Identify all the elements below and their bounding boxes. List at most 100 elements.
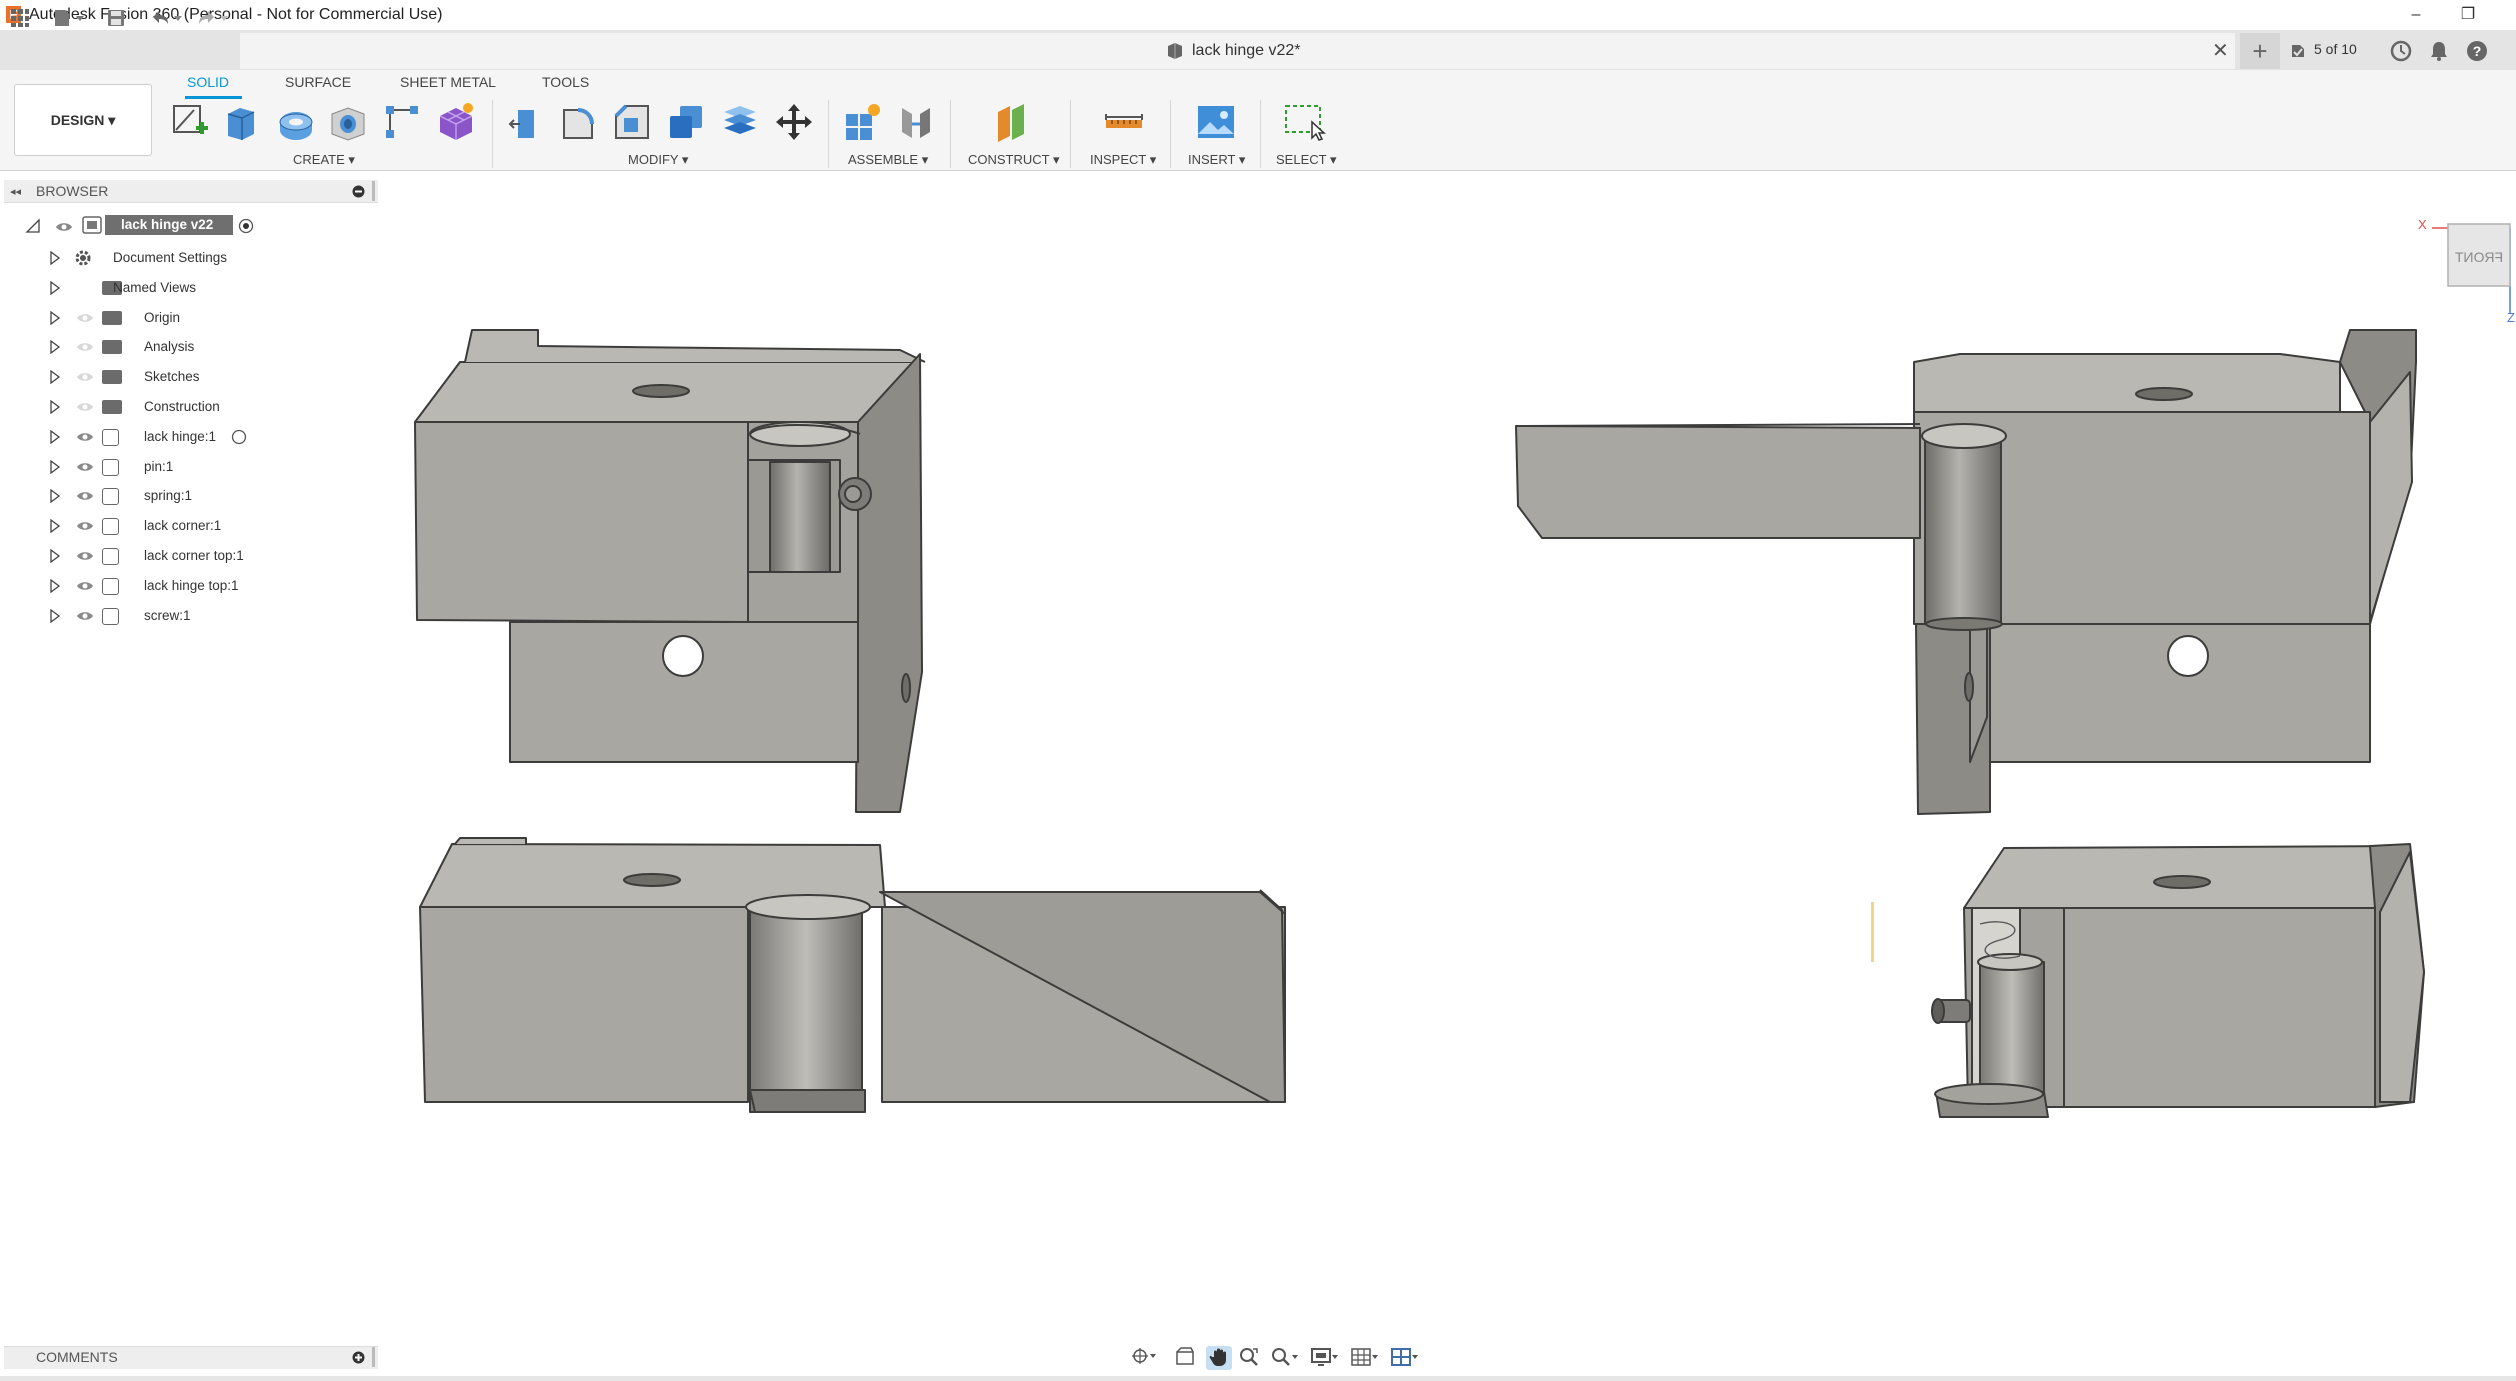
assemble-menu[interactable]: ASSEMBLE ▾ (848, 152, 928, 168)
insert-image-icon[interactable] (1194, 100, 1238, 144)
workspace-switcher[interactable]: DESIGN ▾ (14, 84, 152, 156)
fillet-icon[interactable] (556, 100, 600, 144)
minimize-button[interactable]: – (2396, 2, 2436, 28)
visibility-eye-icon[interactable] (76, 520, 94, 532)
construct-menu[interactable]: CONSTRUCT ▾ (968, 152, 1060, 168)
visibility-eye-icon[interactable] (76, 610, 94, 622)
activate-radio-icon[interactable] (238, 218, 254, 239)
browser-item[interactable]: screw:1 (40, 603, 370, 629)
redo-icon[interactable] (192, 8, 232, 32)
create-menu[interactable]: CREATE ▾ (293, 152, 355, 168)
inspect-menu[interactable]: INSPECT ▾ (1090, 152, 1156, 168)
app-grid-icon[interactable] (8, 8, 32, 32)
browser-item[interactable]: lack corner:1 (40, 513, 370, 539)
root-component-label[interactable]: lack hinge v22 (121, 217, 213, 232)
restore-button[interactable]: ❐ (2448, 2, 2488, 28)
visibility-eye-icon[interactable] (76, 580, 94, 592)
expand-arrow-icon[interactable] (48, 310, 62, 326)
expand-arrow-icon[interactable] (48, 369, 62, 385)
visibility-eye-icon[interactable] (76, 461, 94, 473)
select-window-icon[interactable] (1282, 100, 1326, 144)
job-status-icon[interactable] (2390, 40, 2412, 67)
browser-minimize-icon[interactable] (352, 185, 365, 203)
visibility-eye-icon[interactable] (76, 401, 94, 413)
comments-resize-handle[interactable] (372, 1347, 375, 1367)
hole-icon[interactable] (326, 100, 370, 144)
expand-arrow-icon[interactable] (48, 488, 62, 504)
measure-icon[interactable] (1102, 100, 1146, 144)
activate-radio-icon[interactable] (231, 429, 247, 448)
hinge-model-bottom-left[interactable] (419, 837, 1286, 1113)
version-indicator[interactable]: 5 of 10 (2314, 41, 2357, 57)
expand-arrow-icon[interactable] (48, 578, 62, 594)
create-sketch-icon[interactable] (168, 100, 212, 144)
help-icon[interactable]: ? (2466, 40, 2488, 67)
pan-icon[interactable] (1206, 1346, 1232, 1370)
viewports-icon[interactable] (1390, 1346, 1418, 1370)
expand-arrow-icon[interactable] (48, 548, 62, 564)
visibility-eye-icon[interactable] (76, 371, 94, 383)
visibility-eye-icon[interactable] (55, 220, 73, 238)
tab-sheet-metal[interactable]: SHEET METAL (400, 74, 496, 90)
collapse-panel-icon[interactable]: ◂◂ (10, 185, 21, 198)
model-viewport[interactable] (380, 172, 2516, 1332)
browser-item[interactable]: Document Settings (40, 245, 370, 271)
joint-icon[interactable] (894, 100, 938, 144)
expand-arrow-icon[interactable] (48, 339, 62, 355)
expand-arrow-icon[interactable] (48, 280, 62, 296)
chamfer-icon[interactable] (610, 100, 654, 144)
visibility-eye-icon[interactable] (76, 490, 94, 502)
move-icon[interactable] (772, 100, 816, 144)
look-at-icon[interactable] (1172, 1346, 1198, 1370)
hinge-model-bottom-right[interactable] (1931, 843, 2425, 1118)
visibility-eye-icon[interactable] (76, 431, 94, 443)
revolve-icon[interactable] (274, 100, 318, 144)
file-menu-icon[interactable] (48, 8, 88, 32)
create-form-icon[interactable] (434, 100, 478, 144)
expand-arrow-icon[interactable] (48, 399, 62, 415)
fit-icon[interactable] (1270, 1346, 1298, 1370)
zoom-icon[interactable] (1236, 1346, 1262, 1370)
version-history-icon[interactable] (2290, 43, 2306, 64)
browser-item[interactable]: Analysis (40, 334, 370, 360)
browser-item[interactable]: lack corner top:1 (40, 543, 370, 569)
expand-arrow-icon[interactable] (48, 459, 62, 475)
visibility-eye-icon[interactable] (76, 312, 94, 324)
pattern-icon[interactable] (380, 100, 424, 144)
browser-item[interactable]: Origin (40, 305, 370, 331)
expand-arrow-icon[interactable] (48, 429, 62, 445)
modify-menu[interactable]: MODIFY ▾ (628, 152, 688, 168)
tab-surface[interactable]: SURFACE (285, 74, 351, 90)
offset-face-icon[interactable] (718, 100, 762, 144)
select-menu[interactable]: SELECT ▾ (1276, 152, 1336, 168)
browser-item[interactable]: lack hinge:1 (40, 424, 370, 450)
press-pull-icon[interactable] (504, 100, 548, 144)
new-component-icon[interactable] (840, 100, 884, 144)
close-tab-icon[interactable]: ✕ (2212, 38, 2229, 63)
browser-item[interactable]: Sketches (40, 364, 370, 390)
expand-arrow-icon[interactable] (48, 250, 62, 266)
grid-settings-icon[interactable] (1350, 1346, 1378, 1370)
hinge-model-top-left[interactable] (414, 329, 926, 813)
insert-menu[interactable]: INSERT ▾ (1188, 152, 1245, 168)
browser-item[interactable]: Construction (40, 394, 370, 420)
panel-resize-handle[interactable] (372, 181, 375, 201)
browser-item[interactable]: lack hinge top:1 (40, 573, 370, 599)
expand-arrow-icon[interactable] (48, 608, 62, 624)
expand-arrow-icon[interactable] (48, 518, 62, 534)
orbit-icon[interactable] (1130, 1346, 1156, 1370)
offset-plane-icon[interactable] (990, 100, 1034, 144)
tab-tools[interactable]: TOOLS (542, 74, 589, 90)
browser-item[interactable]: pin:1 (40, 454, 370, 480)
add-comment-icon[interactable] (352, 1351, 365, 1369)
combine-icon[interactable] (664, 100, 708, 144)
extrude-icon[interactable] (220, 100, 264, 144)
visibility-eye-icon[interactable] (76, 550, 94, 562)
save-icon[interactable] (104, 8, 128, 32)
browser-item[interactable]: Named Views (40, 275, 370, 301)
root-collapse-icon[interactable] (25, 218, 41, 239)
visibility-eye-icon[interactable] (76, 341, 94, 353)
notifications-icon[interactable] (2428, 40, 2450, 67)
new-tab-button[interactable]: + (2240, 33, 2280, 69)
display-settings-icon[interactable] (1310, 1346, 1338, 1370)
